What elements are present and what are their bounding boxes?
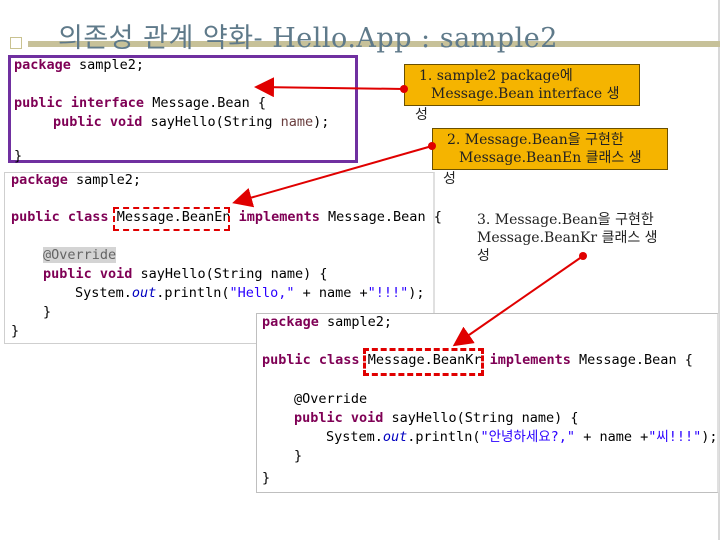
callout-2-line2: Message.BeanEn 클래스 생: [459, 150, 642, 166]
callout-2-line1: 2. Message.Bean을 구현한: [447, 132, 624, 148]
beankr-code-panel: package sample2; public class Message.Be…: [256, 313, 719, 493]
code-line-package: package sample2;: [262, 314, 393, 330]
callout-step-1: 1. sample2 package에 Message.Bean interfa…: [404, 64, 640, 106]
code-line-println: System.out.println("안녕하세요?," + name +"씨!…: [326, 429, 718, 445]
callout-3-line1: 3. Message.Bean을 구현한: [477, 212, 654, 228]
code-line-println: System.out.println("Hello," + name +"!!!…: [75, 285, 425, 301]
code-line-package: package sample2;: [11, 172, 142, 188]
callout-step-2: 2. Message.Bean을 구현한 Message.BeanEn 클래스 …: [432, 128, 668, 170]
callout-2-tail: 성: [443, 171, 456, 187]
code-line-close: }: [14, 148, 23, 164]
code-line-method: public void sayHello(String name) {: [294, 410, 579, 426]
beankr-highlight-box: [363, 348, 484, 376]
code-line-method-sig: public void sayHello(String name);: [53, 114, 330, 130]
slide-title: 의존성 관계 약화- Hello.App : sample2: [58, 23, 558, 54]
code-line-interface-decl: public interface Message.Bean {: [14, 95, 266, 111]
code-line-close-method: }: [43, 304, 52, 320]
code-line-close-class: }: [262, 470, 271, 486]
code-line-close-class: }: [11, 323, 20, 339]
callout-1-line1: 1. sample2 package에: [419, 68, 573, 84]
code-line-override: @Override: [294, 391, 368, 407]
code-line-method: public void sayHello(String name) {: [43, 266, 328, 282]
beanen-highlight-box: [113, 207, 230, 231]
interface-code-panel: package sample2; public interface Messag…: [8, 55, 358, 164]
code-line-close-method: }: [294, 448, 303, 464]
callout-1-line2: Message.Bean interface 생: [431, 86, 620, 102]
callout-1-tail: 성: [415, 107, 428, 123]
callout-step-3: 3. Message.Bean을 구현한 Message.BeanKr 클래스 …: [477, 211, 658, 265]
callout-3-line2: Message.BeanKr 클래스 생: [477, 230, 658, 246]
title-bullet-square: [10, 37, 22, 49]
code-line-override: @Override: [43, 247, 117, 263]
code-line-package: package sample2;: [14, 57, 145, 73]
callout-3-tail: 성: [477, 248, 490, 264]
